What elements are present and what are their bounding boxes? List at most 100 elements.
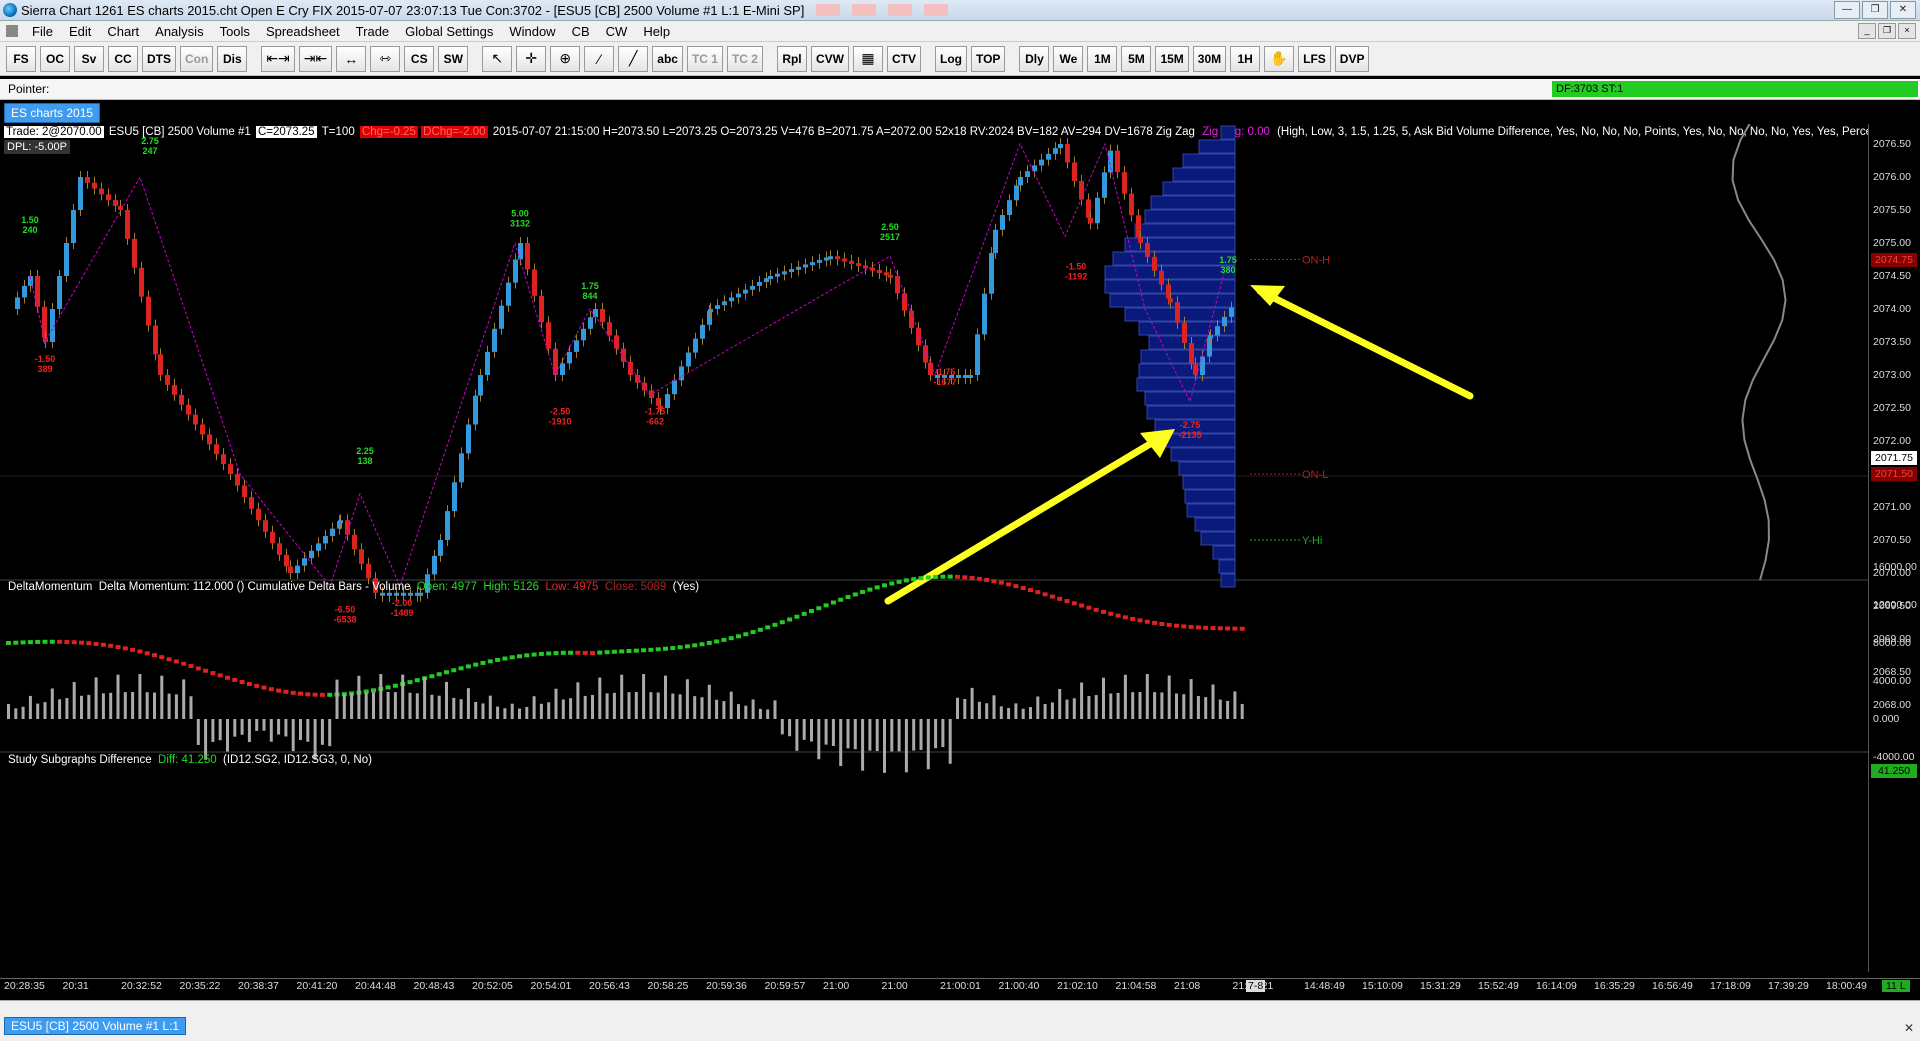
delta-volume-bar [1050, 702, 1054, 719]
scroll-right-icon[interactable]: ⇥⇤ [298, 45, 333, 72]
candle-body [277, 543, 282, 555]
maximize-button[interactable]: ❐ [1862, 1, 1888, 19]
menu-chart[interactable]: Chart [99, 24, 147, 39]
minimize-button[interactable]: — [1834, 1, 1860, 19]
menu-help[interactable]: Help [635, 24, 678, 39]
chartbook-tab[interactable]: ES charts 2015 [4, 103, 101, 123]
top-button[interactable]: TOP [970, 45, 1006, 72]
fs-button[interactable]: FS [6, 45, 36, 72]
mdi-minimize-button[interactable]: _ [1858, 23, 1876, 39]
text-tool-button[interactable]: abc [652, 45, 683, 72]
sw-button[interactable]: SW [438, 45, 469, 72]
cumulative-delta-bar [261, 685, 267, 690]
cumulative-delta-bar [714, 639, 720, 644]
cumulative-delta-bar [1166, 622, 1172, 627]
cumulative-delta-bar [699, 642, 705, 647]
price-tick-label: 2073.50 [1873, 336, 1911, 348]
bar-spacing-icon[interactable]: ↔ [336, 45, 367, 72]
menu-tools[interactable]: Tools [212, 24, 258, 39]
menu-trade[interactable]: Trade [348, 24, 397, 39]
delta-volume-bar [269, 719, 273, 742]
sv-button[interactable]: Sv [74, 45, 104, 72]
chart-tab-esu5[interactable]: ESU5 [CB] 2500 Volume #1 L:1 [4, 1017, 187, 1035]
candle-body [64, 243, 69, 276]
menu-spreadsheet[interactable]: Spreadsheet [258, 24, 348, 39]
candle-body [1095, 197, 1100, 224]
5m-button[interactable]: 5M [1121, 45, 1152, 72]
time-axis[interactable]: 20:28:35 20:31 20:32:52 20:35:22 20:38:37 20:… [0, 978, 1920, 995]
cumulative-delta-bar [692, 643, 698, 648]
mdi-restore-button[interactable]: ❐ [1878, 23, 1896, 39]
candle-body [1175, 302, 1180, 323]
chart-area[interactable]: Trade: 2@2070.00 ESU5 [CB] 2500 Volume #… [0, 124, 1920, 996]
candle-body [288, 566, 293, 573]
candle-body [359, 549, 364, 564]
price-tick-label: 2068.00 [1873, 699, 1911, 711]
30m-button[interactable]: 30M [1192, 45, 1227, 72]
weekly-button[interactable]: We [1053, 45, 1084, 72]
zigzag-label-move: -2.75 [1180, 420, 1201, 430]
candle-body [316, 543, 321, 551]
con-button[interactable]: Con [180, 45, 214, 72]
time-tick-label: 20:59:57 [764, 980, 806, 992]
cumulative-delta-bar [998, 580, 1004, 585]
candle-body [546, 322, 551, 349]
candle-body [263, 520, 268, 532]
candle-body [775, 273, 780, 277]
1m-button[interactable]: 1M [1087, 45, 1118, 72]
menu-edit[interactable]: Edit [61, 24, 99, 39]
dis-button[interactable]: Dis [217, 45, 248, 72]
log-button[interactable]: Log [934, 45, 967, 72]
price-chart-canvas[interactable]: 1.50240-1.503892.752472.25138-6.50-6538-… [0, 124, 1868, 972]
scroll-left-icon[interactable]: ⇤⇥ [261, 45, 295, 72]
cc-button[interactable]: CC [108, 45, 138, 72]
tc1-button[interactable]: TC 1 [686, 45, 723, 72]
volume-profile-bar [1184, 489, 1236, 504]
menu-window[interactable]: Window [501, 24, 563, 39]
dts-button[interactable]: DTS [142, 45, 176, 72]
close-tab-icon[interactable]: ✕ [1904, 1021, 1914, 1035]
lfs-button[interactable]: LFS [1298, 45, 1331, 72]
cumulative-delta-bar [633, 648, 639, 653]
delta-volume-bar [116, 674, 120, 719]
menu-cb[interactable]: CB [564, 24, 598, 39]
cumulative-delta-bar [597, 650, 603, 655]
cumulative-delta-bar [108, 643, 114, 648]
volume-profile-bar [1172, 167, 1236, 182]
fit-bars-icon[interactable]: ⇿ [370, 45, 401, 72]
replay-button[interactable]: Rpl [776, 45, 807, 72]
dvp-button[interactable]: DVP [1334, 45, 1370, 72]
1h-button[interactable]: 1H [1230, 45, 1261, 72]
menu-analysis[interactable]: Analysis [147, 24, 211, 39]
cumulative-delta-bar [495, 657, 501, 662]
candle-body [1152, 256, 1157, 271]
menu-global-settings[interactable]: Global Settings [397, 24, 501, 39]
ray-tool-icon[interactable]: ╱ [618, 45, 649, 72]
cvw-button[interactable]: CVW [810, 45, 849, 72]
time-tick-label: 16:35:29 [1594, 980, 1635, 992]
cumulative-delta-bar [1225, 626, 1231, 631]
hand-tool-icon[interactable]: ✋ [1264, 45, 1295, 72]
chart-window-icon[interactable] [6, 25, 18, 37]
time-tick-label: 21:00 [881, 980, 908, 992]
tc2-button[interactable]: TC 2 [726, 45, 763, 72]
line-tool-icon[interactable]: ∕ [584, 45, 615, 72]
candle-body [352, 534, 357, 550]
calculator-icon[interactable]: ▦ [852, 45, 883, 72]
values-tool-icon[interactable]: ⊕ [550, 45, 581, 72]
cumulative-delta-bar [1057, 596, 1063, 601]
oc-button[interactable]: OC [40, 45, 70, 72]
delta-volume-bar [167, 693, 171, 719]
mdi-close-button[interactable]: × [1898, 23, 1916, 39]
cumulative-delta-bar [772, 622, 778, 627]
15m-button[interactable]: 15M [1155, 45, 1189, 72]
menu-cw[interactable]: CW [598, 24, 636, 39]
price-axis[interactable]: 2076.50 2076.00 2075.50 2075.00 2074.50 2074.… [1868, 124, 1920, 972]
close-button[interactable]: ✕ [1890, 1, 1916, 19]
menu-file[interactable]: File [24, 24, 61, 39]
crosshair-tool-icon[interactable]: ✛ [516, 45, 547, 72]
cs-button[interactable]: CS [404, 45, 435, 72]
pointer-tool-icon[interactable]: ↖ [482, 45, 513, 72]
ctv-button[interactable]: CTV [886, 45, 921, 72]
daily-button[interactable]: Dly [1019, 45, 1050, 72]
